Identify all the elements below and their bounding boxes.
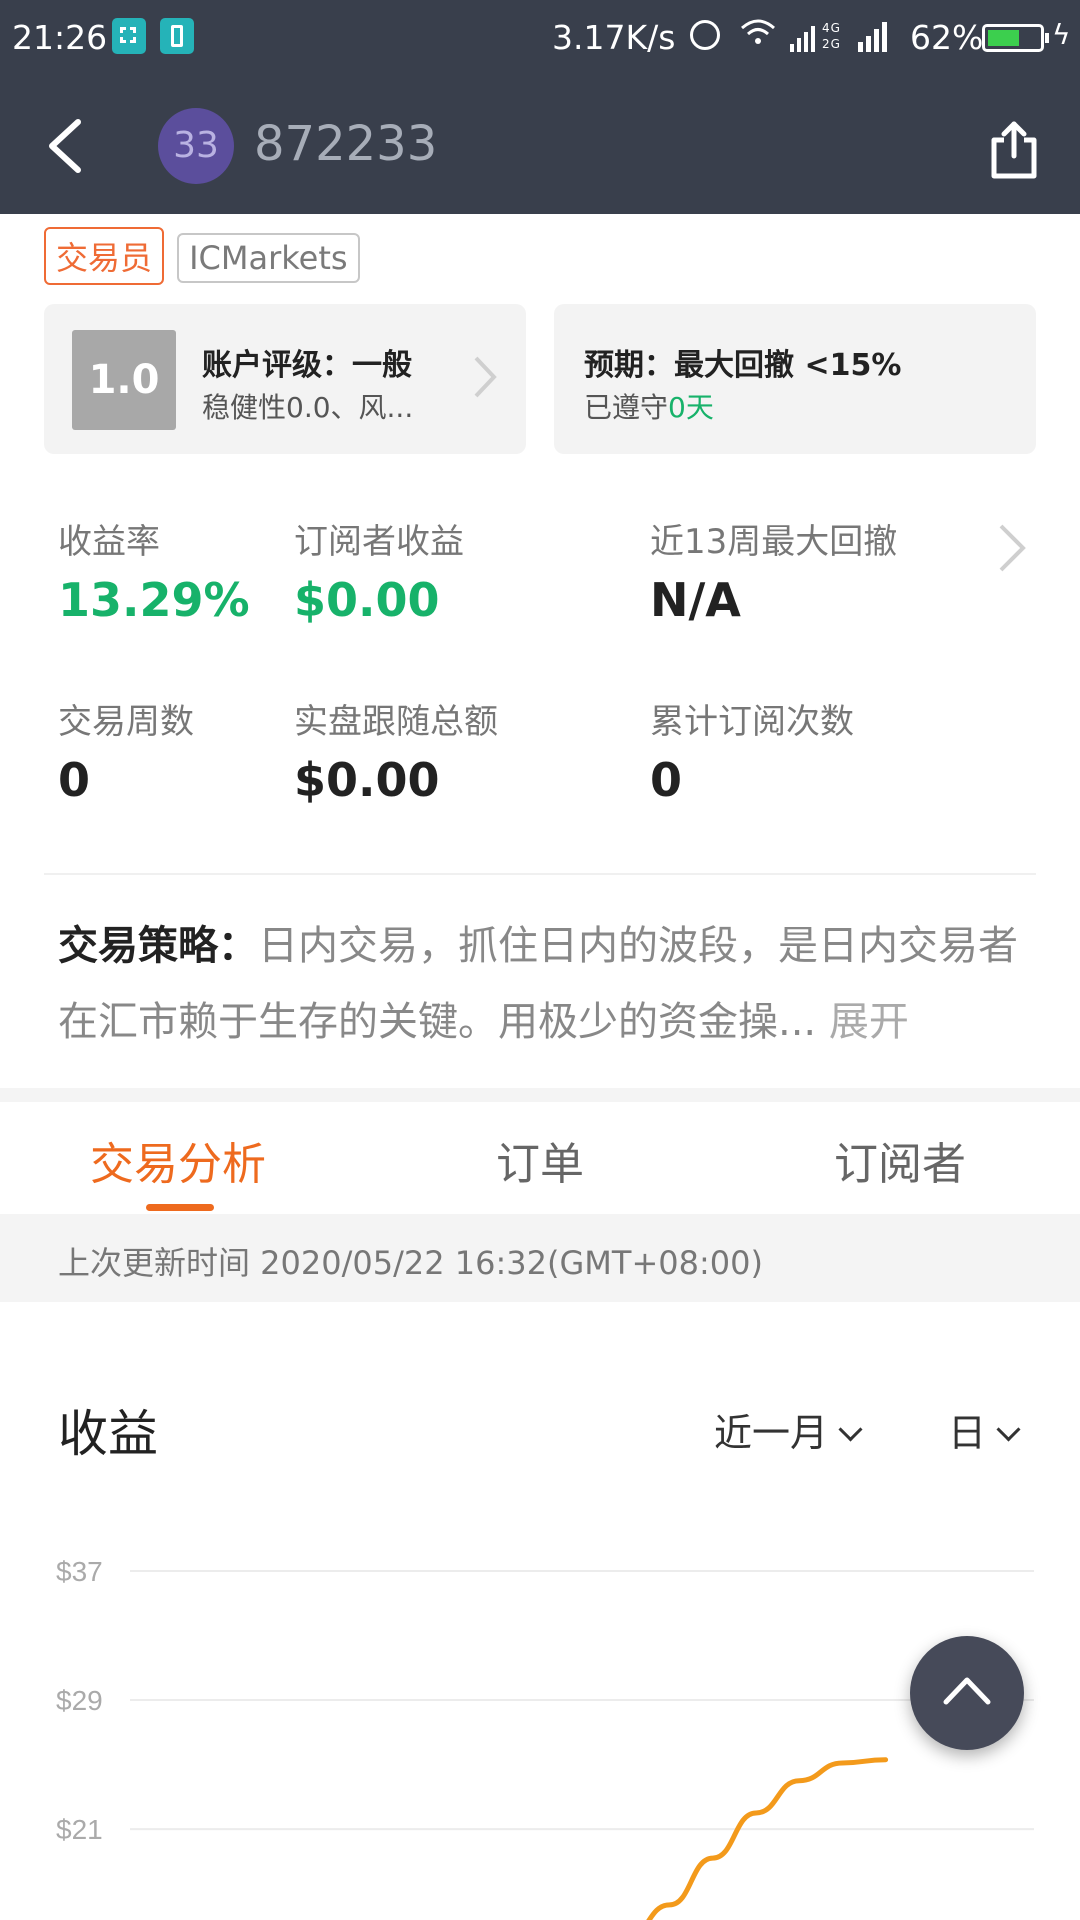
stat-subscriber-profit: 订阅者收益 $0.00 [294,514,464,627]
chevron-down-icon [838,1417,863,1442]
period-filter-label: 日 [948,1411,987,1455]
active-tab-indicator [146,1204,214,1211]
app-header: 33 872233 [0,78,1080,214]
cellular-signal-icon: 4G 2G [790,20,850,60]
y-tick-label: $21 [56,1814,103,1845]
range-filter-dropdown[interactable]: 近一月 [714,1402,863,1457]
drawdown-expectation-card: 预期：最大回撤 <15% 已遵守0天 [554,304,1036,454]
account-tags: 交易员 ICMarkets [44,227,368,285]
chevron-up-icon [943,1677,991,1705]
chevron-right-icon[interactable] [995,520,1029,576]
tab-orders[interactable]: 订单 [496,1128,584,1192]
stat-max-drawdown[interactable]: 近13周最大回撤 N/A [650,514,897,627]
stat-label: 收益率 [58,522,160,562]
tab-trade-analysis[interactable]: 交易分析 [90,1128,266,1192]
rating-subtitle: 稳健性0.0、风... [202,391,414,424]
network-speed: 3.17K/s [552,18,676,57]
stat-value: N/A [650,573,741,627]
back-arrow-icon[interactable] [40,114,100,178]
screenshot-notification-icon [112,18,146,54]
stat-value: 0 [650,753,683,807]
stat-label: 实盘跟随总额 [294,702,498,742]
chevron-down-icon [996,1417,1021,1442]
y-tick-label: $29 [56,1685,103,1716]
stat-label: 近13周最大回撤 [650,522,898,562]
cellular-signal-icon-2 [858,20,894,60]
stat-label: 订阅者收益 [294,522,464,562]
tab-subscribers[interactable]: 订阅者 [834,1128,966,1192]
status-time: 21:26 [12,18,108,57]
stat-value: $0.00 [294,573,440,627]
stat-copy-total: 实盘跟随总额 $0.00 [294,694,498,807]
profit-section-title: 收益 [58,1405,158,1463]
last-update-bar: 上次更新时间 2020/05/22 16:32(GMT+08:00) [0,1214,1080,1302]
battery-level [988,30,1019,46]
expectation-subtitle: 已遵守0天 [584,386,714,426]
y-tick-label: $37 [56,1556,103,1587]
stat-subscribe-count: 累计订阅次数 0 [650,694,854,807]
avatar[interactable]: 33 [158,108,234,184]
rating-score: 1.0 [72,330,176,430]
battery-icon [982,24,1049,52]
svg-text:4G: 4G [822,21,841,35]
range-filter-label: 近一月 [714,1411,829,1455]
expectation-prefix: 已遵守 [584,391,669,424]
broker-tag: ICMarkets [177,233,360,283]
stat-return-rate: 收益率 13.29% [58,514,250,627]
stat-value: 13.29% [58,573,250,627]
chevron-right-icon [474,356,497,398]
strategy-heading: 交易策略： [58,923,258,969]
rating-title: 账户评级：一般 [202,348,412,383]
last-update-text: 上次更新时间 2020/05/22 16:32(GMT+08:00) [58,1244,763,1282]
svg-text:2G: 2G [822,37,841,51]
trader-tag: 交易员 [44,227,165,285]
alarm-icon [690,20,720,50]
section-separator [0,1088,1080,1102]
share-icon[interactable] [984,118,1044,182]
stat-label: 累计订阅次数 [650,702,854,742]
status-bar: 21:26 3.17K/s 4G 2G 62% ϟ [0,0,1080,78]
expectation-days: 0天 [668,391,714,424]
period-filter-dropdown[interactable]: 日 [948,1402,1021,1457]
account-id: 872233 [254,116,438,172]
profit-line-chart: $37 $29 $21 [56,1556,1034,1920]
stat-value: 0 [58,753,91,807]
stat-trade-weeks: 交易周数 0 [58,694,194,807]
trading-strategy: 交易策略：日内交易，抓住日内的波段，是日内交易者在汇市赖于生存的关键。用极少的资… [58,908,1038,1060]
scroll-to-top-button[interactable] [910,1636,1024,1750]
stat-label: 交易周数 [58,702,194,742]
expectation-title: 预期：最大回撤 <15% [584,348,902,383]
stat-value: $0.00 [294,753,440,807]
wifi-icon [740,18,776,56]
divider [44,873,1036,875]
expand-link[interactable]: 展开 [829,999,909,1045]
battery-saver-notification-icon [160,18,194,54]
charging-icon: ϟ [1052,18,1071,51]
account-rating-card[interactable]: 1.0 账户评级：一般 稳健性0.0、风... [44,304,526,454]
profit-series-line [646,1757,889,1920]
battery-percentage: 62% [910,18,984,57]
